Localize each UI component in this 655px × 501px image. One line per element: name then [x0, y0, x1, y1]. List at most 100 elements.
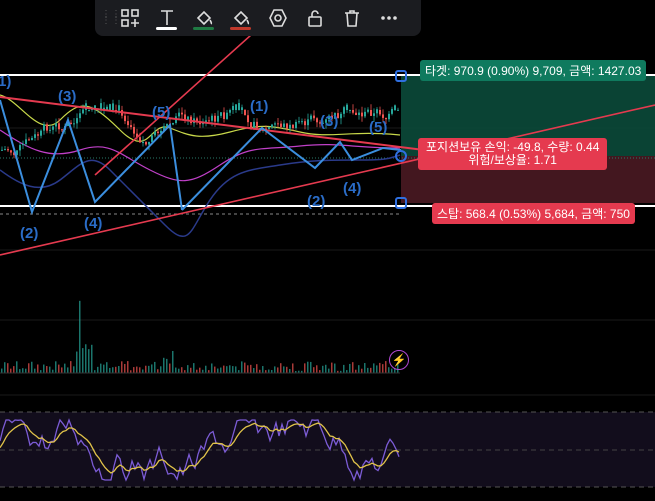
volume-bar — [157, 369, 159, 373]
text-tool-icon[interactable] — [148, 0, 185, 36]
more-options-icon[interactable] — [370, 0, 407, 36]
volume-bar — [73, 366, 75, 373]
candle-body — [10, 150, 12, 153]
volume-bar — [388, 367, 390, 373]
candle-body — [292, 124, 294, 128]
candle-body — [286, 123, 288, 129]
volume-bar — [307, 361, 309, 373]
candle-body — [172, 122, 174, 125]
volume-bar — [148, 365, 150, 373]
volume-bar — [286, 366, 288, 373]
volume-bar — [10, 368, 12, 373]
volume-bar — [4, 362, 6, 373]
volume-bar — [280, 363, 282, 373]
candle-body — [361, 112, 363, 117]
candle-body — [43, 124, 45, 131]
volume-bar — [376, 365, 378, 373]
candle-body — [388, 113, 390, 120]
candle-body — [343, 107, 345, 114]
candle-body — [229, 110, 231, 113]
stop-label[interactable]: 스탑: 568.4 (0.53%) 5,684, 금액: 750 — [432, 203, 635, 224]
volume-bar — [175, 367, 177, 373]
position-label[interactable]: 포지션보유 손익: -49.8, 수량: 0.44 위험/보상율: 1.71 — [418, 138, 608, 170]
candle-body — [4, 149, 6, 151]
candle-body — [298, 121, 300, 123]
volume-bar — [154, 361, 156, 373]
candle-body — [208, 120, 210, 122]
candle-body — [313, 115, 315, 119]
candle-body — [55, 123, 57, 127]
candle-body — [46, 124, 48, 131]
volume-bar — [22, 368, 24, 373]
candle-body — [109, 104, 111, 110]
candle-body — [382, 114, 384, 118]
drag-handle-icon[interactable]: ⋮⋮ ⋮⋮ — [101, 10, 121, 26]
candle-body — [40, 130, 42, 136]
settings-hexagon-icon[interactable] — [259, 0, 296, 36]
candle-body — [301, 121, 303, 123]
volume-bar — [250, 364, 252, 373]
wave-label: (5) — [369, 119, 388, 136]
volume-bar — [232, 366, 234, 373]
volume-bar — [310, 361, 312, 373]
candle-body — [223, 112, 225, 119]
add-grid-icon[interactable] — [111, 0, 148, 36]
volume-bar — [373, 363, 375, 373]
unlock-icon[interactable] — [296, 0, 333, 36]
volume-bar — [268, 369, 270, 373]
volume-bar — [13, 366, 15, 373]
volume-bar — [229, 365, 231, 373]
volume-bar — [190, 367, 192, 373]
volume-bar — [316, 365, 318, 373]
candle-body — [34, 134, 36, 138]
volume-bar — [163, 357, 165, 373]
volume-bar — [100, 363, 102, 373]
volume-bar — [88, 349, 90, 373]
volume-bars — [1, 300, 399, 373]
volume-bar — [331, 362, 333, 373]
volume-bar — [103, 364, 105, 373]
candle-body — [118, 105, 120, 111]
candle-body — [1, 149, 3, 151]
volume-bar — [115, 366, 117, 373]
candle-body — [379, 110, 381, 115]
volume-bar — [145, 365, 147, 373]
candle-body — [340, 113, 342, 119]
volume-bar — [364, 363, 366, 373]
volume-bar — [187, 365, 189, 373]
candle-body — [133, 127, 135, 134]
fill-bucket-icon[interactable] — [185, 0, 222, 36]
candle-body — [154, 131, 156, 136]
candle-body — [397, 109, 399, 111]
candle-body — [253, 121, 255, 128]
alert-bolt-icon[interactable]: ⚡ — [389, 350, 409, 370]
trash-icon[interactable] — [333, 0, 370, 36]
volume-bar — [217, 368, 219, 373]
mid-band — [0, 129, 401, 182]
volume-bar — [124, 363, 126, 373]
wave-label: (1) — [250, 98, 269, 115]
candle-body — [7, 149, 9, 151]
candle-body — [316, 118, 318, 123]
volume-bar — [76, 351, 78, 373]
volume-bar — [322, 365, 324, 373]
volume-bar — [169, 363, 171, 373]
candle-body — [307, 119, 309, 126]
wave-label: (2) — [20, 225, 39, 242]
line-color-icon[interactable] — [222, 0, 259, 36]
candle-body — [289, 124, 291, 129]
volume-bar — [106, 362, 108, 373]
volume-bar — [142, 369, 144, 373]
target-label[interactable]: 타겟: 970.9 (0.90%) 9,709, 금액: 1427.03 — [420, 60, 647, 81]
candle-body — [166, 123, 168, 127]
wave-label: (4) — [84, 215, 103, 232]
volume-bar — [133, 367, 135, 373]
volume-bar — [181, 367, 183, 373]
volume-bar — [379, 362, 381, 373]
volume-bar — [178, 368, 180, 373]
wave-label: (5) — [152, 104, 171, 121]
candle-body — [352, 110, 354, 113]
candle-body — [19, 145, 21, 151]
candle-body — [304, 121, 306, 126]
candle-body — [358, 112, 360, 116]
